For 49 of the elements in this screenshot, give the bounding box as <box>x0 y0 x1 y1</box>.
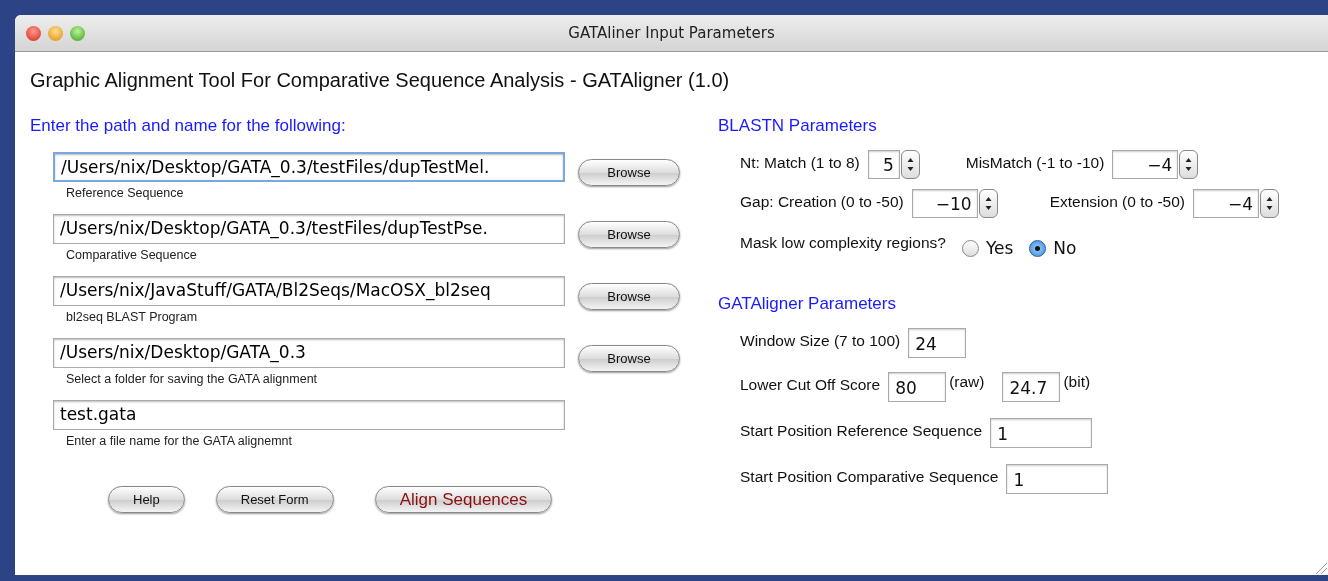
stepper-icon[interactable] <box>978 189 998 218</box>
browse-button[interactable]: Browse <box>578 221 680 248</box>
stepper-icon[interactable] <box>1179 150 1199 179</box>
section-title: BLASTN Parameters <box>718 116 877 136</box>
parameter-label: Start Position Reference Sequence <box>740 422 983 440</box>
app-heading: Graphic Alignment Tool For Comparative Sequence Analysis - GATAligner (1.0) <box>30 69 730 92</box>
field-caption: Select a folder for saving the GATA alignment <box>66 372 318 386</box>
number-field[interactable]: 1 <box>990 418 1093 448</box>
parameter-label: Nt: Match (1 to 8) <box>740 154 860 172</box>
browse-button[interactable]: Browse <box>578 283 680 310</box>
number-field[interactable]: −4 <box>1192 189 1259 218</box>
number-field[interactable]: 24.7 <box>1002 372 1061 402</box>
parameter-label: Window Size (7 to 100) <box>740 332 901 350</box>
section-title: GATAligner Parameters <box>718 294 896 314</box>
radio-option[interactable]: No <box>1029 238 1077 258</box>
number-field[interactable]: 24 <box>908 328 967 358</box>
field-caption: Reference Sequence <box>66 186 184 200</box>
number-field[interactable]: 1 <box>1006 464 1109 494</box>
form-button[interactable]: Reset Form <box>215 486 334 513</box>
field-caption: bl2seq BLAST Program <box>66 310 198 324</box>
number-field[interactable]: −4 <box>1112 150 1179 179</box>
form-button[interactable]: Help <box>108 486 185 513</box>
field-caption: Enter a file name for the GATA alignemnt <box>66 434 293 448</box>
path-field[interactable]: /Users/nix/Desktop/GATA_0.3/testFiles/dupTestMel. <box>53 152 565 182</box>
path-field[interactable]: /Users/nix/JavaStuff/GATA/Bl2Seqs/MacOSX_bl2seq <box>53 276 565 306</box>
path-field[interactable]: /Users/nix/Desktop/GATA_0.3 <box>53 338 565 368</box>
window-title: GATAliner Input Parameters <box>568 24 775 42</box>
align-button[interactable]: Align Sequences <box>374 486 553 513</box>
parameter-label: Mask low complexity regions? <box>740 234 946 252</box>
path-field[interactable]: /Users/nix/Desktop/GATA_0.3/testFiles/dupTestPse. <box>53 214 565 244</box>
parameter-label: Extension (0 to -50) <box>1049 193 1185 211</box>
unit-label: (bit) <box>1063 373 1091 391</box>
number-field[interactable]: −10 <box>911 189 978 218</box>
stepper-icon[interactable] <box>900 150 920 179</box>
section-title: Enter the path and name for the following: <box>30 116 346 136</box>
number-field[interactable]: 5 <box>867 150 900 179</box>
parameter-label: MisMatch (-1 to -10) <box>965 154 1105 172</box>
parameter-label: Lower Cut Off Score <box>740 376 881 394</box>
field-caption: Comparative Sequence <box>66 248 197 262</box>
stepper-icon[interactable] <box>1259 189 1279 218</box>
browse-button[interactable]: Browse <box>578 345 680 372</box>
path-field[interactable]: test.gata <box>53 400 565 430</box>
close-button[interactable] <box>26 25 41 41</box>
parameter-label: Gap: Creation (0 to -50) <box>740 193 904 211</box>
unit-label: (raw) <box>949 373 985 391</box>
parameter-label: Start Position Comparative Sequence <box>740 468 999 486</box>
browse-button[interactable]: Browse <box>578 159 680 186</box>
radio-option[interactable]: Yes <box>961 238 1014 258</box>
number-field[interactable]: 80 <box>888 372 947 402</box>
